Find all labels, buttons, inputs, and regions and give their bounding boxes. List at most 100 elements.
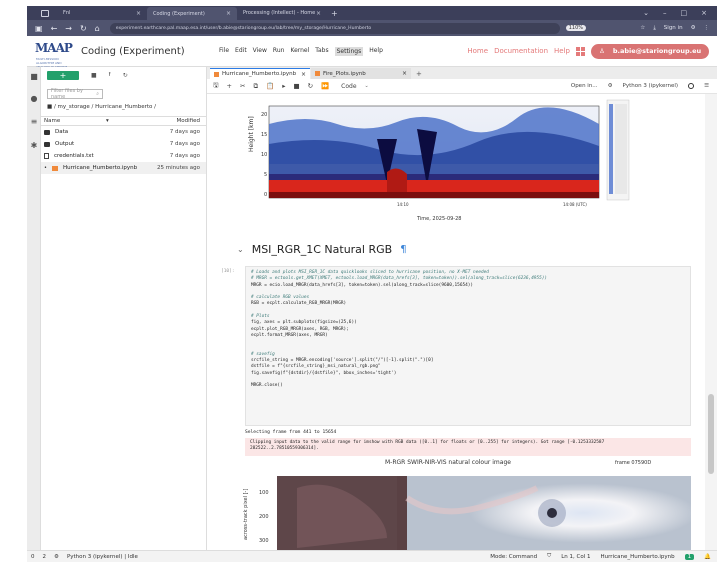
terminal-count[interactable]: 2 (43, 554, 47, 560)
url-input[interactable]: experiment.earthcare.pal.maap.esa.int/us… (109, 22, 560, 34)
simple-toggle[interactable]: 0 (31, 554, 35, 560)
settings-icon[interactable]: ⚙ (691, 25, 696, 31)
menu-icon[interactable]: ⋮ (704, 25, 710, 31)
menu-help[interactable]: Help (369, 47, 383, 56)
new-tab-icon[interactable]: + (412, 70, 426, 79)
close-window-icon[interactable]: × (701, 9, 707, 17)
filter-input[interactable]: Filter files by name ⌕ (47, 88, 103, 100)
rgb-image-plot: M-RGR SWIR-NIR-VIS natural colour image … (243, 459, 691, 550)
run-icon[interactable]: ▸ (282, 82, 285, 90)
file-row[interactable]: Data 7 days ago (41, 126, 206, 138)
save-icon[interactable]: 🖫 (213, 81, 219, 92)
notification-badge[interactable]: 1 (684, 553, 695, 560)
stop-icon[interactable]: ■ (293, 82, 299, 90)
gear-icon[interactable]: ⚙ (54, 554, 59, 560)
notebook-icon (51, 165, 58, 171)
file-name: credentials.txt (54, 153, 94, 159)
documentation-link[interactable]: Documentation (494, 47, 548, 55)
menu-tabs[interactable]: Tabs (315, 47, 328, 56)
fast-forward-icon[interactable]: ⏩ (321, 82, 329, 90)
column-name[interactable]: Name ▾ (44, 118, 177, 124)
plot2-ylabel: across-track pixel [-] (243, 489, 249, 540)
file-row[interactable]: • Hurricane_Humberto.ipynb 25 minutes ago (41, 162, 206, 174)
url-text: experiment.earthcare.pal.maap.esa.int/us… (115, 25, 372, 31)
folder-icon[interactable]: ■ (30, 73, 38, 81)
new-folder-icon[interactable]: ■ (91, 72, 97, 79)
menu-run[interactable]: Run (273, 47, 285, 56)
star-icon[interactable]: ☆ (640, 25, 645, 31)
chevron-down-icon[interactable]: ⌄ (643, 9, 649, 17)
code-cell[interactable]: # Loads and plots MSI_RGR_1C data quickl… (245, 266, 691, 426)
anchor-icon[interactable]: ¶ (400, 244, 406, 255)
gear-icon[interactable]: ⚙ (608, 83, 613, 89)
scrollbar-thumb[interactable] (708, 394, 714, 474)
refresh-icon[interactable]: ↻ (123, 72, 128, 79)
new-tab-icon[interactable]: + (331, 9, 338, 18)
tab-overview-icon[interactable] (41, 9, 49, 17)
copy-icon[interactable]: ⧉ (253, 82, 258, 91)
close-icon[interactable]: × (402, 70, 407, 77)
signin-link[interactable]: Sign in (664, 25, 683, 31)
open-in-button[interactable]: Open in... (571, 83, 598, 89)
menu-edit[interactable]: Edit (235, 47, 247, 56)
browser-tab-1[interactable]: Coding (Experiment) × (147, 7, 237, 20)
running-icon[interactable]: ● (30, 95, 38, 103)
file-row[interactable]: Output 7 days ago (41, 138, 206, 150)
breadcrumb-path: / my_storage / Hurricane_Humberto / (53, 104, 156, 110)
sort-caret-icon: ▾ (105, 118, 109, 124)
collapse-caret-icon[interactable]: ⌄ (237, 245, 244, 254)
apps-grid-icon[interactable] (576, 46, 585, 56)
notebook-tabs: Hurricane_Humberto.ipynb × Fire_Plots.ip… (207, 67, 717, 79)
sidebar-toggle-icon[interactable]: ▣ (35, 24, 43, 33)
menu-kernel[interactable]: Kernel (290, 47, 309, 56)
column-modified[interactable]: Modified (177, 118, 200, 124)
browser-tab-2[interactable]: Processing (Intellect) - Home × (237, 7, 327, 19)
bug-icon[interactable]: ☰ (704, 83, 709, 89)
file-modified: 7 days ago (169, 129, 200, 135)
close-icon[interactable]: × (136, 10, 141, 17)
new-launcher-button[interactable]: + (47, 70, 79, 80)
user-menu-button[interactable]: ♙ b.abie@stariongroup.eu (591, 43, 709, 59)
cell-prompt: [10]: (221, 269, 235, 274)
markdown-heading[interactable]: ⌄ MSI_RGR_1C Natural RGB ¶ (237, 243, 407, 256)
tab-hurricane-humberto[interactable]: Hurricane_Humberto.ipynb × (210, 68, 310, 79)
cut-icon[interactable]: ✂ (240, 82, 245, 90)
minimize-icon[interactable]: – (663, 9, 667, 17)
kernel-status[interactable]: Python 3 (ipykernel) | Idle (67, 554, 138, 560)
main-menu: File Edit View Run Kernel Tabs Settings … (219, 46, 383, 56)
menu-file[interactable]: File (219, 47, 229, 56)
download-icon[interactable]: ⤓ (653, 25, 655, 32)
cell-type-select[interactable]: Code (341, 83, 356, 90)
browser-tab-0[interactable]: Fnl × (57, 7, 147, 19)
maximize-icon[interactable]: □ (681, 9, 688, 17)
upload-icon[interactable]: ⭱ (109, 70, 111, 80)
kernel-name[interactable]: Python 3 (ipykernel) (623, 83, 679, 89)
add-cell-icon[interactable]: + (227, 82, 232, 90)
toc-icon[interactable]: ≡ (30, 118, 38, 126)
help-link[interactable]: Help (554, 47, 570, 55)
tab-fire-plots[interactable]: Fire_Plots.ipynb × (311, 68, 411, 79)
file-row[interactable]: credentials.txt 7 days ago (41, 150, 206, 162)
close-icon[interactable]: × (301, 71, 306, 78)
paste-icon[interactable]: 📋 (266, 82, 274, 90)
restart-icon[interactable]: ↻ (308, 82, 313, 90)
close-icon[interactable]: × (226, 10, 231, 17)
close-icon[interactable]: × (316, 10, 321, 17)
cursor-position[interactable]: Ln 1, Col 1 (561, 554, 590, 560)
warning-line: 282522..2.78510559306314]. (250, 446, 319, 452)
menu-settings[interactable]: Settings (334, 46, 364, 56)
plot2-ytick: 100 (259, 490, 269, 496)
menu-view[interactable]: View (253, 47, 267, 56)
forward-icon[interactable]: → (65, 24, 72, 33)
extension-icon[interactable]: ✱ (30, 142, 38, 150)
back-icon[interactable]: ← (51, 24, 58, 33)
breadcrumb[interactable]: ■ / my_storage / Hurricane_Humberto / (47, 104, 206, 110)
chevron-down-icon[interactable]: ⌄ (365, 83, 369, 89)
bell-icon[interactable]: 🔔 (704, 554, 711, 560)
reload-icon[interactable]: ↻ (80, 24, 87, 33)
home-link[interactable]: Home (467, 47, 488, 55)
home-icon[interactable]: ⌂ (95, 24, 100, 33)
vertical-scrollbar[interactable] (705, 94, 717, 550)
header-links: Home Documentation Help (467, 46, 585, 56)
zoom-badge[interactable]: 110% (565, 25, 587, 31)
